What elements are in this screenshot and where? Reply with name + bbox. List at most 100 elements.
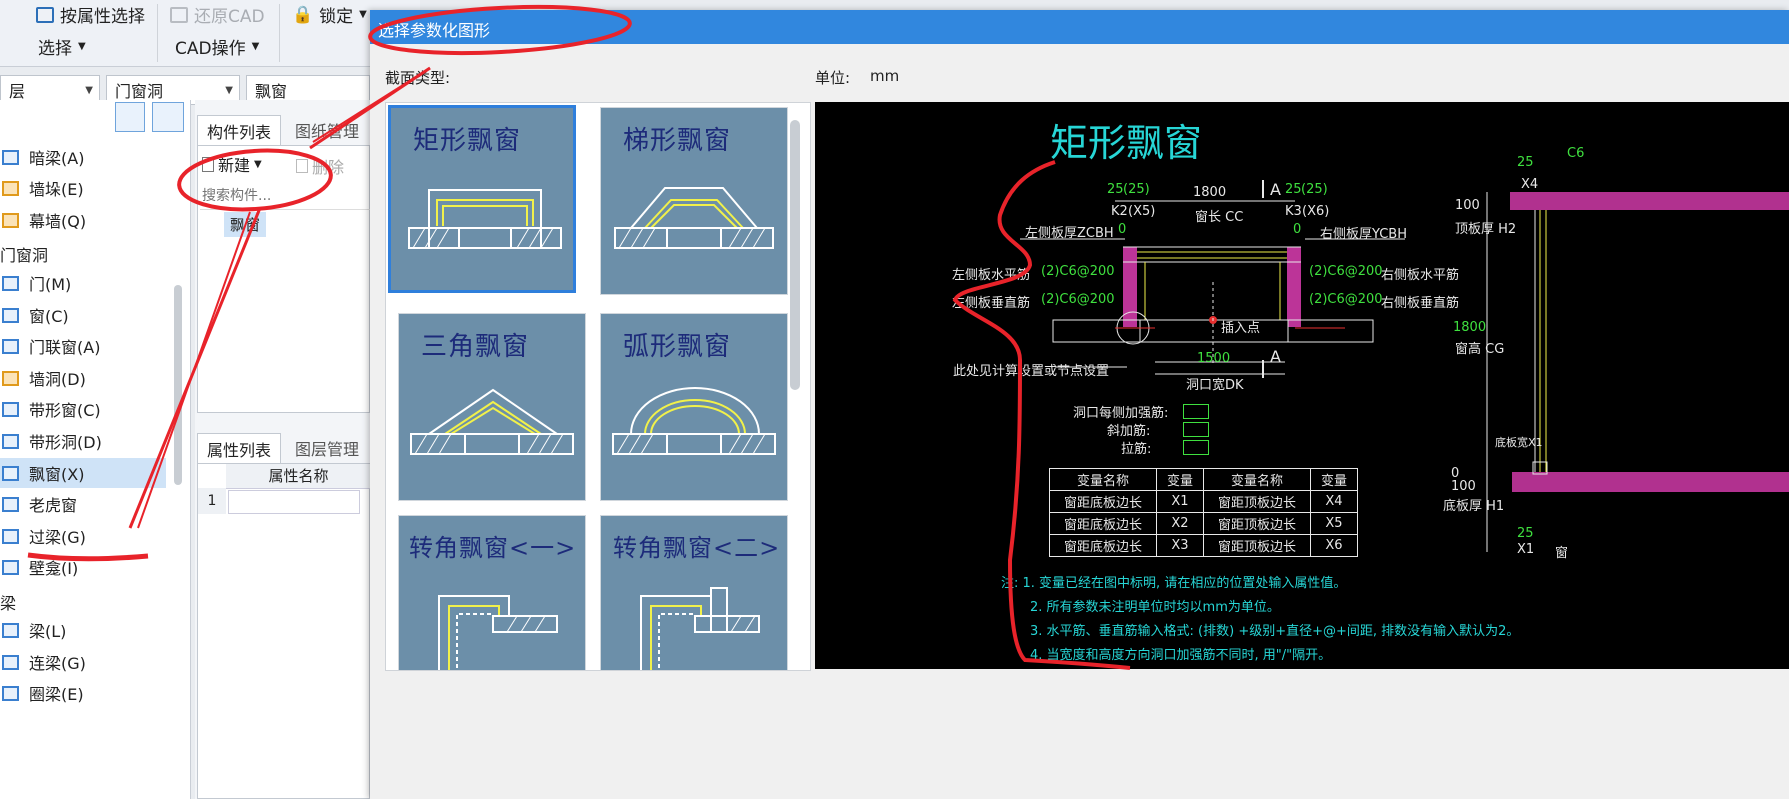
label-window-abbr: 窗 bbox=[1555, 546, 1569, 561]
shape-corner-bay-window-1[interactable]: 转角飘窗<一> bbox=[398, 515, 586, 670]
component-list-area: 新建 ▼ 删除 飘窗 bbox=[197, 145, 370, 413]
note-4: 4. 当宽度和高度方向洞口加强筋不同时, 用"/"隔开。 bbox=[1030, 648, 1332, 663]
new-button[interactable]: 新建 ▼ bbox=[202, 152, 262, 176]
label-window-length: 窗长 CC bbox=[1195, 210, 1244, 225]
tree-item-strip-opening[interactable]: 带形洞(D) bbox=[0, 426, 166, 456]
label-k3: K3 bbox=[1285, 204, 1302, 219]
section-type-label: 截面类型: bbox=[385, 69, 451, 87]
tree-item-dormer-window[interactable]: 老虎窗 bbox=[0, 489, 166, 519]
tree-item-strip-window[interactable]: 带形窗(C) bbox=[0, 394, 166, 424]
diagonal-rebar-field[interactable] bbox=[1183, 422, 1209, 437]
cad-ops-group-dropdown[interactable]: CAD操作 ▼ bbox=[175, 34, 259, 59]
label-bottom-thickness: 底板厚 H1 bbox=[1443, 499, 1505, 514]
value-left-v-bar: (2)C6@200 bbox=[1041, 292, 1115, 307]
property-cell[interactable] bbox=[228, 490, 360, 514]
table-cell: 窗距顶板边长 bbox=[1203, 512, 1311, 535]
grid-view-icon[interactable] bbox=[152, 102, 184, 132]
label-top-thickness: 顶板厚 H2 bbox=[1455, 222, 1517, 237]
dim-25-bottom: 25 bbox=[1517, 526, 1534, 541]
attribute-select-icon bbox=[36, 6, 54, 23]
label-base-width: 底板宽X1 bbox=[1495, 436, 1543, 449]
tree-item-door-window[interactable]: 门联窗(A) bbox=[0, 331, 166, 361]
tie-rebar-field[interactable] bbox=[1183, 440, 1209, 455]
label-x6: (X6) bbox=[1302, 204, 1330, 219]
component-search-input[interactable] bbox=[200, 183, 370, 210]
label-tie-rebar: 拉筋: bbox=[1121, 442, 1152, 457]
select-group-dropdown[interactable]: 选择 ▼ bbox=[38, 34, 86, 59]
dim-25-left: 25 bbox=[1107, 182, 1124, 197]
tab-layer-management[interactable]: 图层管理 bbox=[285, 433, 369, 463]
strip-window-icon bbox=[2, 401, 19, 417]
tree-item-wall-opening[interactable]: 墙洞(D) bbox=[0, 363, 166, 393]
tab-drawing-management[interactable]: 图纸管理 bbox=[285, 115, 369, 145]
tree-group-beams[interactable]: 梁 bbox=[0, 590, 16, 614]
tree-item-bay-window[interactable]: 飘窗(X) bbox=[0, 458, 166, 488]
value-right-v-bar: (2)C6@200 bbox=[1309, 292, 1383, 307]
tree-item-ring-beam[interactable]: 圈梁(E) bbox=[0, 678, 166, 708]
table-cell: 窗距底板边长 bbox=[1049, 512, 1157, 535]
label-left-thickness: 左侧板厚ZCBH bbox=[1025, 226, 1114, 241]
opening-rebar-field[interactable] bbox=[1183, 404, 1209, 419]
bay-window-icon bbox=[2, 465, 19, 481]
label-see-settings: 此处见计算设置或节点设置 bbox=[953, 364, 1110, 379]
corner-bay-window-2-icon bbox=[640, 587, 760, 670]
label-left-v-bar: 左侧板垂直筋 bbox=[952, 296, 1031, 311]
tree-scrollbar[interactable] bbox=[174, 285, 182, 485]
gallery-scrollbar[interactable] bbox=[790, 120, 800, 390]
tree-item-lintel[interactable]: 过梁(G) bbox=[0, 521, 166, 551]
ring-beam-icon bbox=[2, 685, 19, 701]
tree-item-door[interactable]: 门(M) bbox=[0, 268, 166, 298]
unit-value: mm bbox=[870, 67, 900, 85]
dim-1500: 1500 bbox=[1197, 351, 1231, 366]
label-x1: X1 bbox=[1517, 542, 1535, 557]
lock-button[interactable]: 🔒 锁定 ▼ bbox=[292, 2, 367, 28]
shape-triangle-bay-window[interactable]: 三角飘窗 bbox=[398, 313, 586, 501]
dim-25-left-paren: (25) bbox=[1123, 182, 1150, 197]
trapezoid-bay-window-icon bbox=[614, 187, 774, 249]
strip-opening-icon bbox=[2, 433, 19, 449]
restore-cad-icon bbox=[170, 6, 188, 23]
table-cell: 窗距顶板边长 bbox=[1203, 534, 1311, 557]
ribbon-divider bbox=[279, 4, 280, 62]
tree-group-doors-windows[interactable]: 门窗洞 bbox=[0, 242, 48, 266]
shape-trapezoid-bay-window[interactable]: 梯形飘窗 bbox=[600, 107, 788, 295]
component-list-item[interactable]: 飘窗 bbox=[224, 212, 267, 237]
tree-item-hidden-beam[interactable]: 暗梁(A) bbox=[0, 142, 166, 172]
table-cell: 窗距底板边长 bbox=[1049, 534, 1157, 557]
label-right-v-bar: 右侧板垂直筋 bbox=[1381, 296, 1460, 311]
tab-component-list[interactable]: 构件列表 bbox=[197, 115, 281, 145]
new-file-icon bbox=[202, 156, 214, 172]
label-insert-point: 插入点 bbox=[1221, 321, 1261, 336]
tree-item-wall-pier[interactable]: 墙垛(E) bbox=[0, 173, 166, 203]
chevron-down-icon: ▼ bbox=[78, 41, 86, 52]
table-cell: 窗距底板边长 bbox=[1049, 490, 1157, 513]
tab-property-list[interactable]: 属性列表 bbox=[197, 433, 281, 463]
delete-button[interactable]: 删除 bbox=[296, 154, 344, 178]
tree-item-coupling-beam[interactable]: 连梁(G) bbox=[0, 647, 166, 677]
variable-table: 变量名称 变量 变量名称 变量 窗距底板边长 X1 窗距顶板边长 X4 窗距底板… bbox=[1049, 468, 1358, 557]
tree-item-beam[interactable]: 梁(L) bbox=[0, 615, 166, 645]
shape-arc-bay-window[interactable]: 弧形飘窗 bbox=[600, 313, 788, 501]
arc-bay-window-icon bbox=[612, 387, 776, 455]
dialog-title: 选择参数化图形 bbox=[378, 21, 491, 40]
unit-label: 单位: bbox=[815, 69, 851, 87]
tree-item-window[interactable]: 窗(C) bbox=[0, 300, 166, 330]
label-window-height: 窗高 CG bbox=[1455, 342, 1505, 357]
tree-item-curtain-wall[interactable]: 幕墙(Q) bbox=[0, 205, 166, 235]
row-index: 1 bbox=[198, 488, 226, 514]
shape-rect-bay-window[interactable]: 矩形飘窗 bbox=[388, 105, 576, 293]
table-cell: X6 bbox=[1310, 534, 1358, 557]
select-by-attribute-button[interactable]: 按属性选择 bbox=[36, 2, 145, 27]
tree-item-niche[interactable]: 壁龛(I) bbox=[0, 552, 166, 582]
dim-1800-right: 1800 bbox=[1453, 320, 1487, 335]
door-icon bbox=[2, 275, 19, 291]
lintel-icon bbox=[2, 528, 19, 544]
section-type-gallery: 矩形飘窗 梯形飘窗 三角飘窗 弧形飘窗 转角飘窗<一> 转角飘窗<二> bbox=[385, 102, 811, 671]
property-name-header: 属性名称 bbox=[226, 464, 371, 489]
table-header-row: 变量名称 变量 变量名称 变量 bbox=[1049, 468, 1358, 491]
restore-cad-button[interactable]: 还原CAD bbox=[170, 2, 265, 27]
component-tree: 暗梁(A) 墙垛(E) 幕墙(Q) 门窗洞 门(M) 窗(C) 门联窗(A) 墙… bbox=[0, 100, 191, 799]
rect-bay-window-icon bbox=[408, 189, 562, 249]
shape-corner-bay-window-2[interactable]: 转角飘窗<二> bbox=[600, 515, 788, 670]
list-view-icon[interactable] bbox=[115, 102, 145, 132]
